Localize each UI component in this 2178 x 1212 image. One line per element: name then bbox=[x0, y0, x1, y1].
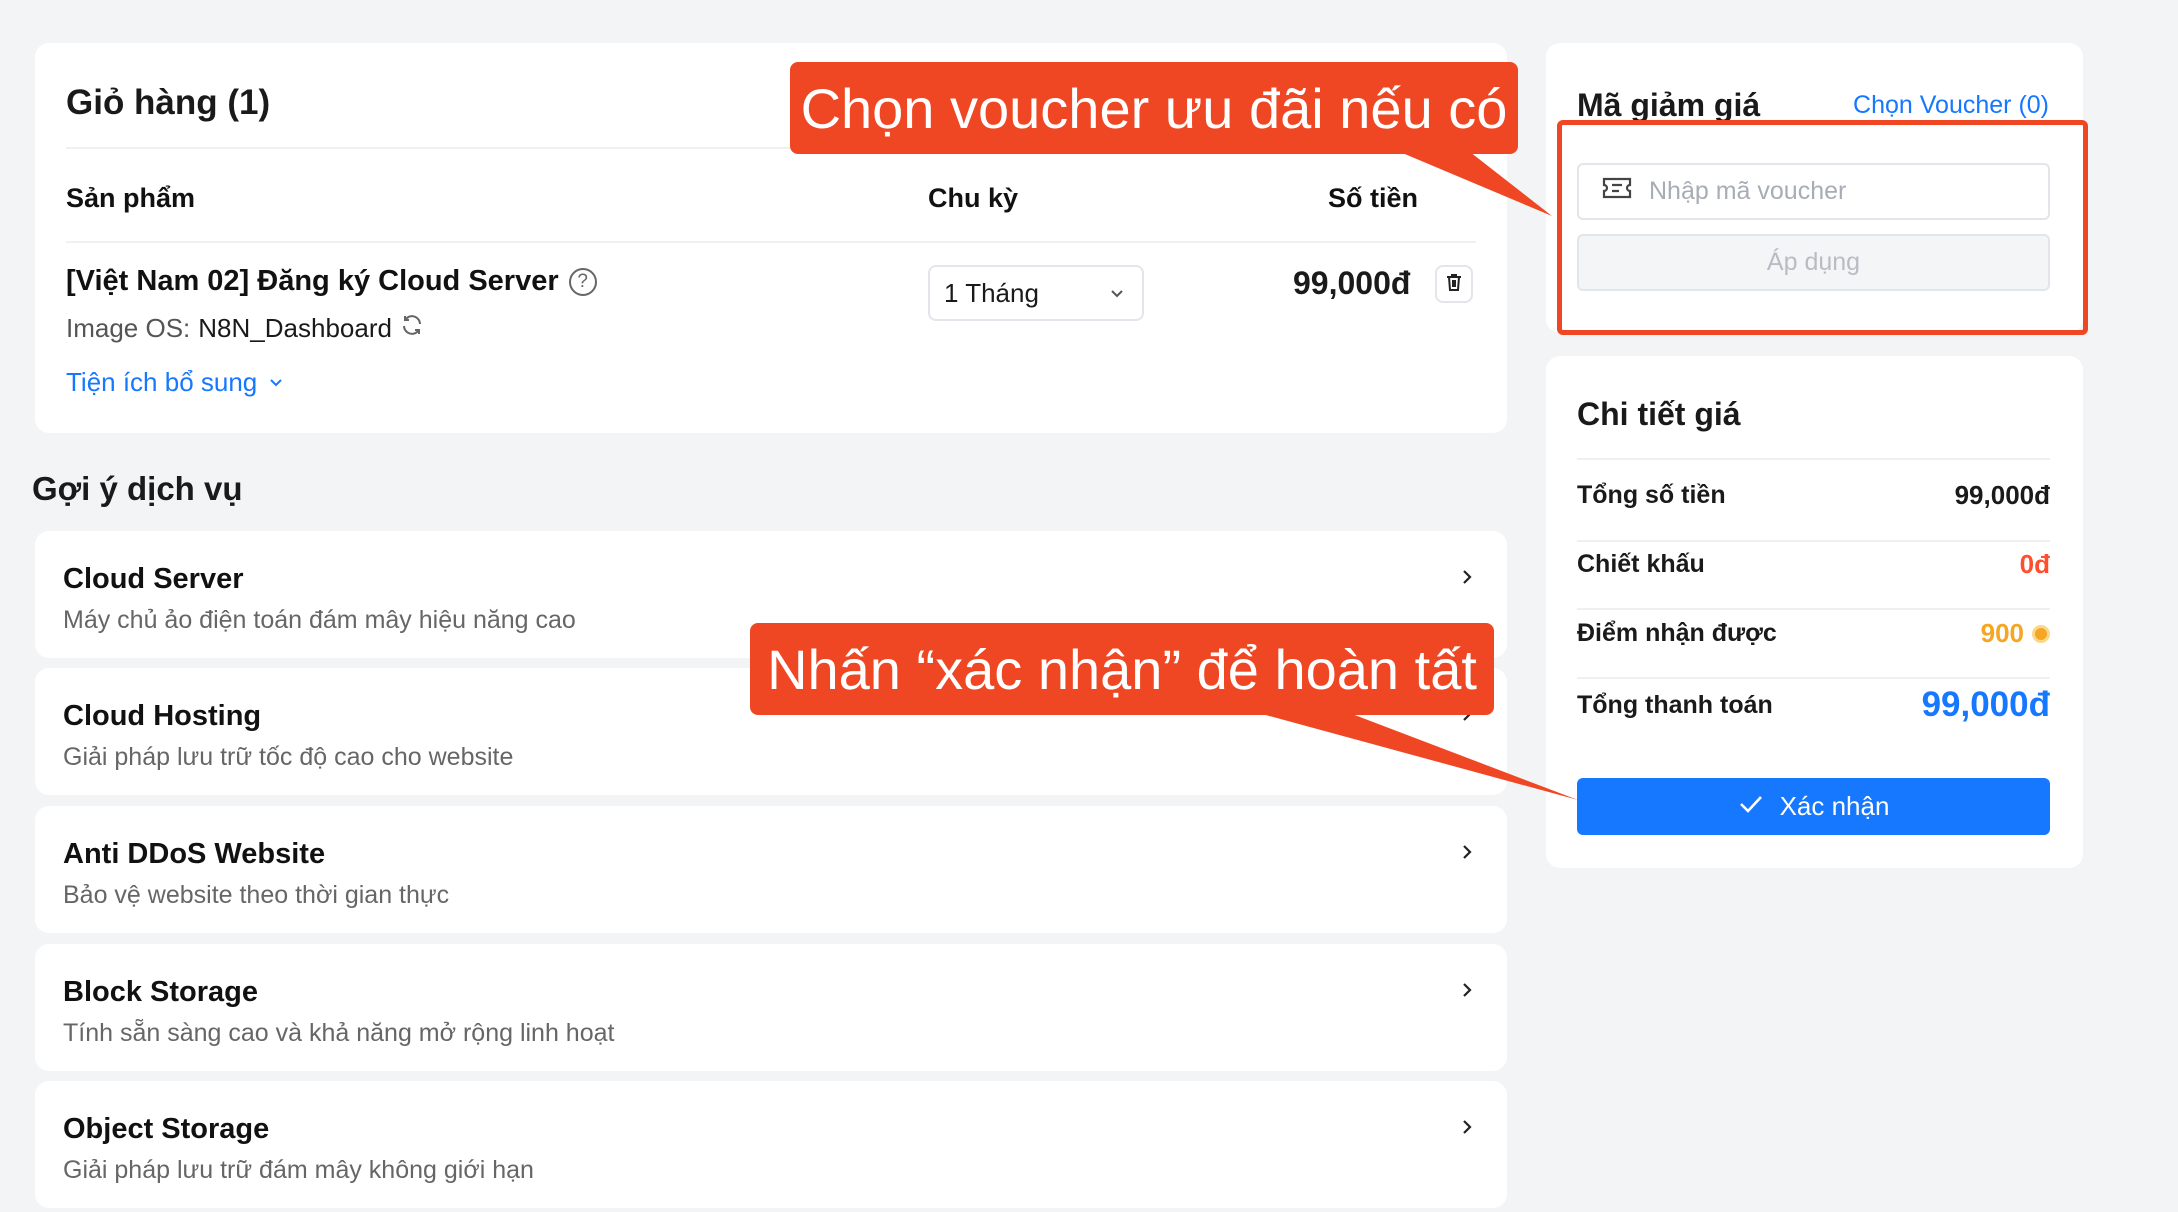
callout-pointer-voucher bbox=[1400, 152, 1552, 216]
voucher-hint-callout: Chọn voucher ưu đãi nếu có bbox=[790, 62, 1518, 154]
voucher-highlight-box bbox=[1557, 120, 2088, 335]
callout-pointer-confirm bbox=[1262, 714, 1578, 800]
confirm-hint-callout: Nhấn “xác nhận” để hoàn tất bbox=[750, 623, 1494, 715]
